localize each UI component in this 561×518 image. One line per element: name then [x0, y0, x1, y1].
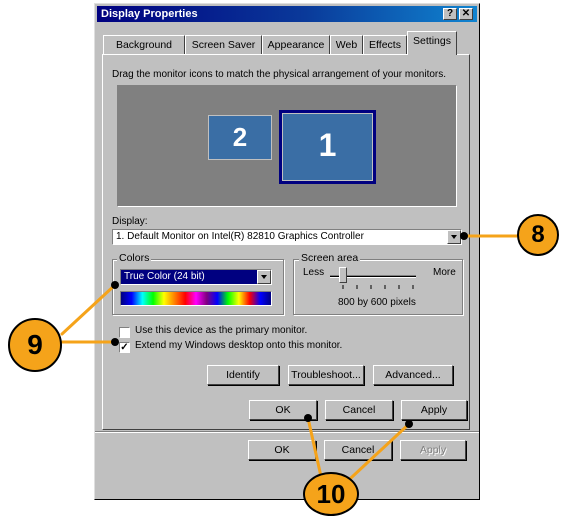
callout-leader-lines	[60, 232, 520, 492]
callout-9: 9	[8, 318, 62, 372]
tab-settings[interactable]: Settings	[407, 31, 457, 55]
callout-10: 10	[303, 472, 359, 516]
callout-8: 8	[517, 214, 559, 256]
